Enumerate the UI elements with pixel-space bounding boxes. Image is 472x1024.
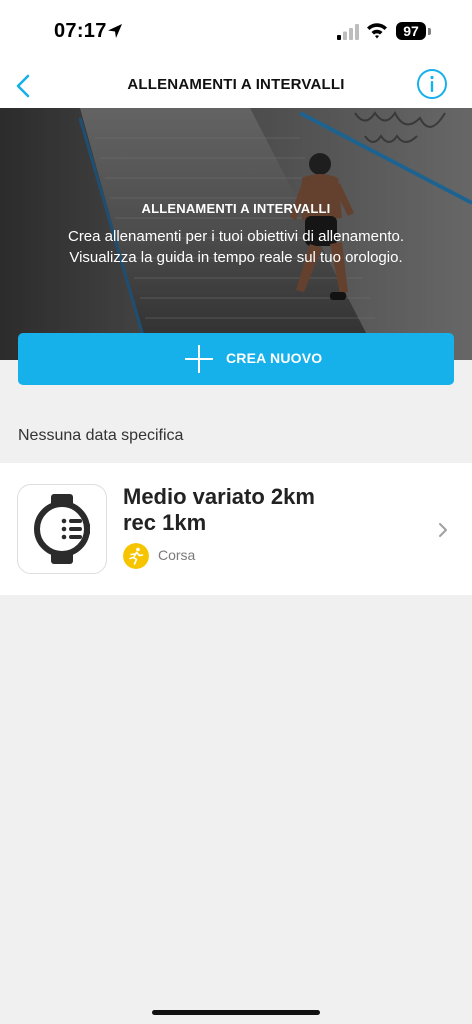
workout-title: Medio variato 2km rec 1km xyxy=(123,484,383,536)
navigation-bar: ALLENAMENTI A INTERVALLI xyxy=(0,64,472,108)
workout-title-line: Medio variato 2km xyxy=(123,484,315,509)
status-bar: 07:17 97 xyxy=(0,0,472,64)
location-arrow-icon xyxy=(108,24,122,38)
battery-level: 97 xyxy=(396,22,426,40)
cellular-signal-icon xyxy=(337,24,359,40)
running-icon xyxy=(123,543,149,569)
plus-icon xyxy=(185,345,213,373)
workout-sport-label: Corsa xyxy=(158,547,196,563)
page-title: ALLENAMENTI A INTERVALLI xyxy=(127,76,345,93)
workout-thumbnail xyxy=(17,484,107,574)
chevron-right-icon xyxy=(439,523,447,537)
hero-title: ALLENAMENTI A INTERVALLI xyxy=(141,201,331,216)
wifi-icon xyxy=(367,23,387,39)
status-time: 07:17 xyxy=(54,20,107,42)
workout-list-item[interactable]: Medio variato 2km rec 1km Corsa xyxy=(0,463,472,595)
hero-banner: ALLENAMENTI A INTERVALLI Crea allenament… xyxy=(0,108,472,360)
create-new-label: CREA NUOVO xyxy=(226,350,323,366)
workout-title-line: rec 1km xyxy=(123,510,207,535)
hero-subtitle-line: Crea allenamenti per i tuoi obiettivi di… xyxy=(67,228,405,245)
section-header: Nessuna data specifica xyxy=(18,427,184,444)
watch-intervals-icon xyxy=(34,494,90,564)
battery-icon: 97 xyxy=(396,22,432,42)
info-icon[interactable] xyxy=(416,68,448,100)
hero-subtitle-line: Visualizza la guida in tempo reale sul t… xyxy=(69,249,403,266)
create-new-button[interactable]: CREA NUOVO xyxy=(18,333,454,385)
hero-subtitle: Crea allenamenti per i tuoi obiettivi di… xyxy=(0,226,472,268)
home-indicator[interactable] xyxy=(152,1010,320,1015)
